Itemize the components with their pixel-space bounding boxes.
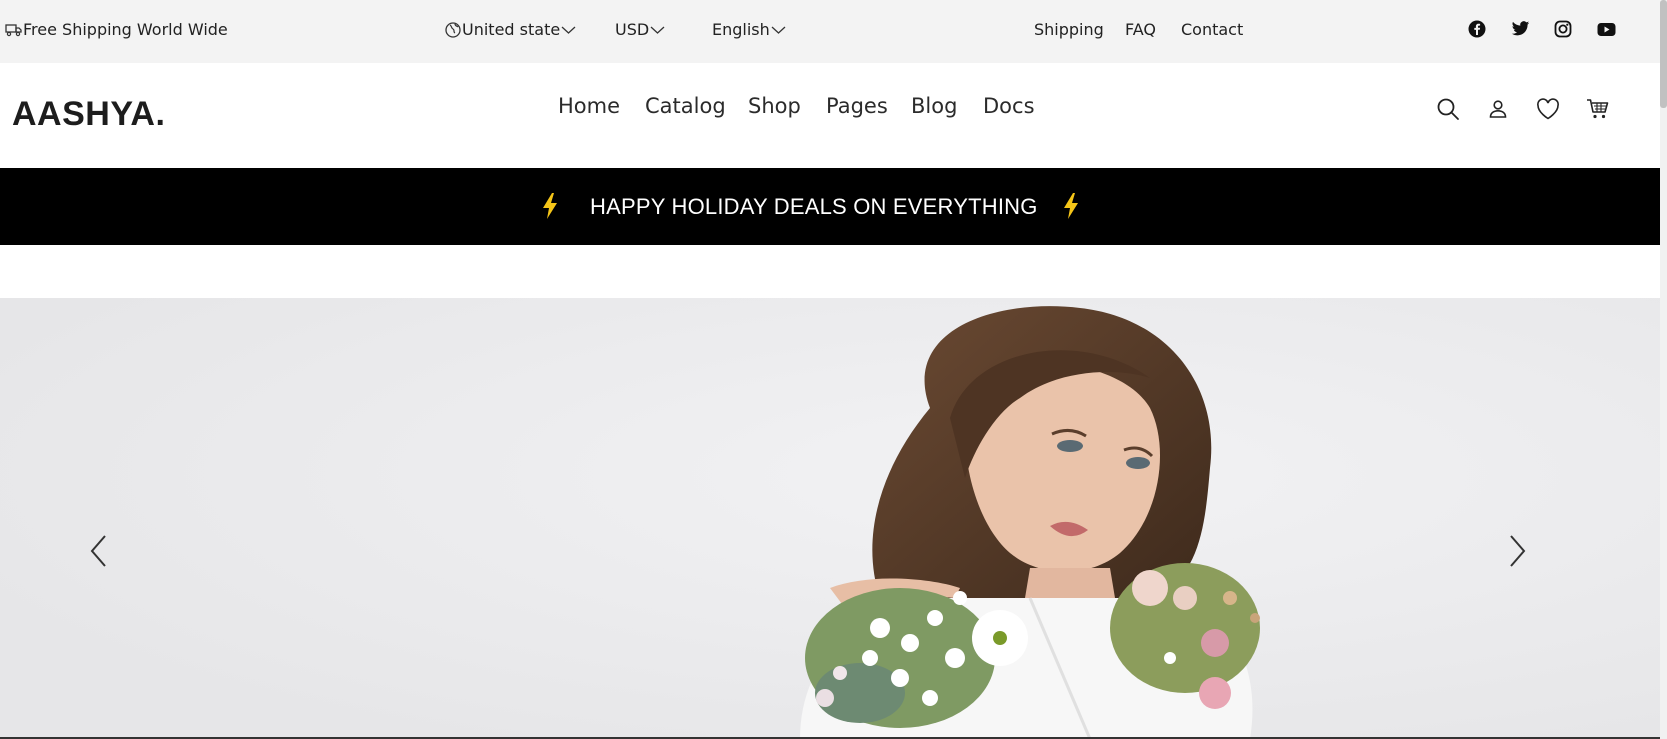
search-icon[interactable] (1434, 95, 1462, 123)
promo-banner: HAPPY HOLIDAY DEALS ON EVERYTHING (0, 168, 1660, 245)
facebook-icon[interactable] (1467, 19, 1487, 39)
chevron-down-icon (771, 25, 786, 35)
currency-selector[interactable]: USD (615, 20, 665, 39)
nav-docs[interactable]: Docs (983, 94, 1035, 118)
currency-label: USD (615, 20, 650, 39)
heart-icon[interactable] (1534, 95, 1562, 123)
country-selector[interactable]: United state (445, 20, 576, 39)
main-header: AASHYA. Home Catalog Shop Pages Blog Doc… (0, 63, 1660, 168)
truck-icon (5, 23, 22, 37)
page-scrollbar[interactable] (1660, 0, 1667, 739)
instagram-icon[interactable] (1553, 19, 1573, 39)
promo-text: HAPPY HOLIDAY DEALS ON EVERYTHING (590, 194, 1038, 219)
twitter-icon[interactable] (1510, 19, 1530, 39)
chevron-right-icon[interactable] (1505, 533, 1529, 569)
lightning-icon (543, 193, 557, 219)
contact-link[interactable]: Contact (1181, 20, 1243, 39)
chevron-left-icon[interactable] (87, 533, 111, 569)
site-logo[interactable]: AASHYA. (12, 95, 165, 134)
globe-icon (445, 21, 461, 38)
cart-icon[interactable] (1584, 95, 1612, 123)
hero-slider (0, 298, 1660, 739)
free-shipping-text: Free Shipping World Wide (23, 20, 228, 39)
scrollbar-thumb[interactable] (1660, 0, 1667, 108)
free-shipping-notice: Free Shipping World Wide (5, 20, 228, 39)
lightning-icon (1064, 193, 1078, 219)
language-label: English (712, 20, 770, 39)
youtube-icon[interactable] (1596, 19, 1616, 39)
user-icon[interactable] (1484, 95, 1512, 123)
nav-home[interactable]: Home (558, 94, 620, 118)
hero-image (0, 298, 1660, 739)
top-bar: Free Shipping World Wide United state US… (0, 0, 1660, 63)
nav-catalog[interactable]: Catalog (645, 94, 726, 118)
nav-pages[interactable]: Pages (826, 94, 888, 118)
shipping-link[interactable]: Shipping (1034, 20, 1104, 39)
language-selector[interactable]: English (712, 20, 786, 39)
nav-shop[interactable]: Shop (748, 94, 801, 118)
country-label: United state (462, 20, 561, 39)
nav-blog[interactable]: Blog (911, 94, 957, 118)
chevron-down-icon (561, 25, 576, 35)
faq-link[interactable]: FAQ (1125, 20, 1156, 39)
chevron-down-icon (650, 25, 665, 35)
